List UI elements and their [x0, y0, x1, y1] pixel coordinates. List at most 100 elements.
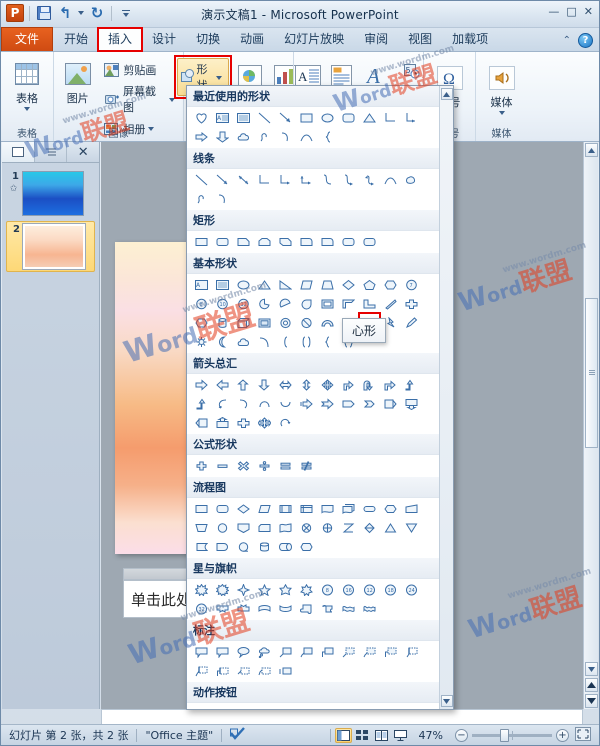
shape-flow-multidocument[interactable] — [338, 499, 359, 518]
shape-flow-merge[interactable] — [401, 518, 422, 537]
shape-rect-snip-round[interactable] — [296, 232, 317, 251]
tab-home[interactable]: 开始 — [54, 28, 98, 51]
shape-flow-data[interactable] — [254, 499, 275, 518]
shape-arrow-curved-up[interactable] — [254, 394, 275, 413]
shape-action-information[interactable] — [296, 704, 317, 709]
shape-action-sound[interactable] — [380, 704, 401, 709]
shape-basic-oval[interactable] — [233, 275, 254, 294]
shape-flow-predefined[interactable] — [275, 499, 296, 518]
shape-arc[interactable] — [296, 127, 317, 146]
insert-media-button[interactable]: 媒体 — [480, 60, 524, 118]
shape-callout-bar-1[interactable] — [401, 642, 422, 661]
shape-flow-alternate[interactable] — [212, 499, 233, 518]
shape-text-box[interactable]: A — [212, 108, 233, 127]
shape-basic-hexagon-2[interactable] — [191, 313, 212, 332]
close-pane-button[interactable]: ✕ — [67, 142, 99, 162]
shape-arrow-chevron[interactable] — [359, 394, 380, 413]
shape-flow-delay[interactable] — [212, 537, 233, 556]
close-button[interactable]: ✕ — [584, 6, 593, 18]
shape-arrow-quad-callout[interactable] — [254, 413, 275, 432]
scroll-down-button[interactable] — [584, 662, 598, 676]
shape-star-4[interactable] — [233, 580, 254, 599]
shape-basic-l-shape[interactable] — [359, 294, 380, 313]
shape-ribbon-curved-down[interactable] — [275, 599, 296, 618]
shape-connector-elbow[interactable] — [254, 170, 275, 189]
slideshow-button[interactable] — [392, 728, 409, 743]
tab-review[interactable]: 审阅 — [354, 28, 398, 51]
spellcheck-icon[interactable] — [222, 727, 253, 743]
shape-arrow-striped-right[interactable] — [296, 394, 317, 413]
fit-slide-button[interactable] — [575, 726, 599, 744]
shape-math-equal[interactable] — [275, 456, 296, 475]
shape-callout-accent-2[interactable] — [359, 642, 380, 661]
shape-math-multiply[interactable] — [233, 456, 254, 475]
shape-basic-textbox-2[interactable] — [212, 275, 233, 294]
shape-star-12[interactable]: 12 — [359, 580, 380, 599]
shape-arrow-left-callout[interactable] — [191, 413, 212, 432]
shape-flow-sort[interactable] — [359, 518, 380, 537]
scroll-up-button[interactable] — [584, 143, 598, 157]
shape-curve[interactable] — [275, 127, 296, 146]
shape-basic-arc-2[interactable] — [254, 332, 275, 351]
shape-star-5[interactable] — [254, 580, 275, 599]
previous-slide-button[interactable] — [584, 678, 598, 692]
shape-callout-accent-3[interactable] — [380, 642, 401, 661]
shape-flow-process[interactable] — [191, 499, 212, 518]
shape-basic-half-frame[interactable] — [338, 294, 359, 313]
gallery-scroll-down-button[interactable] — [440, 695, 453, 707]
shape-basic-cross[interactable] — [401, 294, 422, 313]
shape-basic-no-symbol[interactable] — [296, 313, 317, 332]
insert-screenshot-button[interactable]: 屏幕截图 — [99, 81, 179, 117]
shape-scribble[interactable] — [254, 127, 275, 146]
shape-cloud[interactable] — [233, 127, 254, 146]
shape-curved-connector-double[interactable] — [359, 170, 380, 189]
slide-sorter-button[interactable] — [354, 728, 371, 743]
shape-basic-frame[interactable] — [317, 294, 338, 313]
shape-connector-elbow-double[interactable] — [296, 170, 317, 189]
shape-basic-sun[interactable] — [191, 332, 212, 351]
chevron-down-icon[interactable] — [169, 97, 175, 102]
shape-flow-or[interactable] — [317, 518, 338, 537]
shape-explosion-1[interactable] — [191, 580, 212, 599]
shape-basic-textbox[interactable]: A — [191, 275, 212, 294]
shape-math-minus[interactable] — [212, 456, 233, 475]
shape-basic-octagon[interactable]: 8 — [191, 294, 212, 313]
shape-action-document[interactable] — [359, 704, 380, 709]
shape-flow-extract[interactable] — [380, 518, 401, 537]
shape-oval[interactable] — [317, 108, 338, 127]
chevron-down-icon[interactable] — [24, 107, 30, 111]
shape-callout-bar-6[interactable] — [275, 661, 296, 680]
shape-flow-punched-tape[interactable] — [275, 518, 296, 537]
shape-basic-cloud[interactable] — [233, 332, 254, 351]
shape-flow-terminator[interactable] — [359, 499, 380, 518]
shape-rect-snip-single[interactable] — [233, 232, 254, 251]
canvas-vertical-scrollbar[interactable] — [583, 142, 598, 709]
shape-basic-parallelogram[interactable] — [296, 275, 317, 294]
shape-basic-donut[interactable] — [275, 313, 296, 332]
slide-preview-2[interactable] — [22, 223, 86, 270]
shape-wave[interactable] — [338, 599, 359, 618]
insert-date-time-button[interactable]: 5 — [399, 61, 424, 82]
shape-action-forward[interactable] — [212, 704, 233, 709]
slide-preview-1[interactable] — [22, 171, 84, 216]
shape-basic-pie[interactable] — [254, 294, 275, 313]
shape-flow-manual-operation[interactable] — [191, 518, 212, 537]
chevron-down-icon[interactable] — [498, 111, 505, 115]
tab-design[interactable]: 设计 — [142, 28, 186, 51]
shape-star-18[interactable]: 18 — [380, 580, 401, 599]
shape-arrow-notched-right[interactable] — [317, 394, 338, 413]
shape-flow-collate[interactable] — [338, 518, 359, 537]
shape-callout-bar-4[interactable] — [233, 661, 254, 680]
zoom-slider-thumb[interactable] — [500, 728, 509, 742]
tab-animations[interactable]: 动画 — [230, 28, 274, 51]
slide-thumbnail-2[interactable]: 2 — [6, 221, 95, 272]
shape-arrow[interactable] — [275, 108, 296, 127]
shape-rect-round-same[interactable] — [338, 232, 359, 251]
shape-arrow-u-turn[interactable] — [359, 375, 380, 394]
shape-curve-line[interactable] — [212, 189, 233, 208]
shape-flow-document[interactable] — [317, 499, 338, 518]
shape-math-not-equal[interactable] — [296, 456, 317, 475]
shape-flow-summing-junction[interactable] — [296, 518, 317, 537]
shape-basic-diagonal-stripe[interactable] — [380, 294, 401, 313]
shape-rect-plain[interactable] — [191, 232, 212, 251]
